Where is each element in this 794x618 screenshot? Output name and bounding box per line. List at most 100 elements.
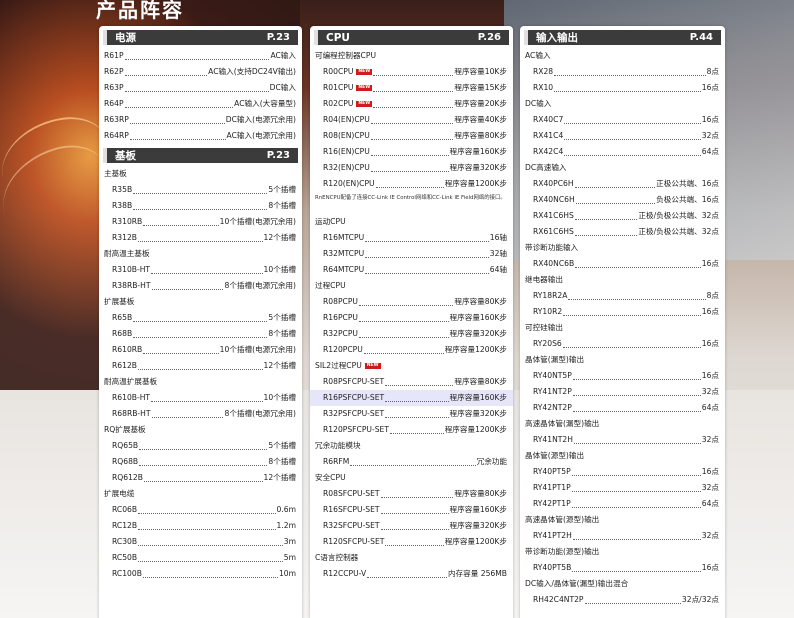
category-heading: 主基板 [99,166,302,182]
dot-leader [138,538,283,546]
model-name: RC100B [112,569,142,578]
product-row: RX41C6HS 正极/负极公共端、32点 [520,208,725,224]
model-name: RX28 [533,67,554,76]
dot-leader [373,68,454,76]
spec-value: 16点 [701,115,719,124]
spec-value: 16点 [701,467,719,476]
product-row: R120PCPU 程序容量1200K步 [310,342,513,358]
model-name: RY40PT5B [533,563,572,572]
dot-leader [137,234,263,242]
model-name: R120PSFCPU-SET [323,425,389,434]
model-name: R32SFCPU-SET [323,521,380,530]
model-name: RY10R2 [533,307,563,316]
dot-leader [138,522,276,530]
product-row: RY40NT5P 16点 [520,368,725,384]
spec-value: 16点 [701,259,719,268]
product-row: R32(EN)CPU 程序容量320K步 [310,160,513,176]
model-name: RQ68B [112,457,139,466]
dot-leader [142,570,278,578]
product-row: RY18R2A 8点 [520,288,725,304]
spec-value: 32点 [701,531,719,540]
section-page-ref: P.23 [266,32,290,43]
dot-leader [373,100,454,108]
product-row: RY40PT5B 16点 [520,560,725,576]
product-row: RQ68B 8个插槽 [99,454,302,470]
model-name: RX10 [533,83,554,92]
spec-value: 程序容量1200K步 [444,425,507,434]
category-label: 主基板 [104,169,127,178]
new-badge: NEW [364,363,381,369]
dot-leader [365,250,489,258]
spec-value: 5个插槽 [268,313,296,322]
spec-value: 程序容量15K步 [454,83,507,92]
model-name: RX42C4 [533,147,564,156]
dot-leader [389,426,444,434]
dot-leader [564,116,701,124]
product-row: R16(EN)CPU 程序容量160K步 [310,144,513,160]
spec-value: 32点 [701,435,719,444]
product-row: R08(EN)CPU 程序容量80K步 [310,128,513,144]
model-name: RY41PT1P [533,483,571,492]
dot-leader [380,506,449,514]
model-name: R32PCPU [323,329,358,338]
section-header: 电源 P.23 [103,30,298,45]
category-heading: C语言控制器 [310,550,513,566]
model-name: R68RB-HT [112,409,151,418]
category-label: 扩展电缆 [104,489,135,498]
dot-leader [133,202,268,210]
model-name: RX40NC6B [533,259,575,268]
dot-leader [562,340,701,348]
product-row: R02CPU NEW 程序容量20K步 [310,96,513,112]
spec-value: 8个插槽 [268,457,296,466]
product-row: RC12B 1.2m [99,518,302,534]
spec-value: 程序容量160K步 [449,393,507,402]
dot-leader [563,308,701,316]
spec-value: 5个插槽 [268,185,296,194]
dot-leader [571,468,701,476]
model-name: R120(EN)CPU [323,179,375,188]
model-name: R12CCPU-V [323,569,367,578]
model-name: RC30B [112,537,138,546]
product-row: R12CCPU-V 内存容量 256MB [310,566,513,582]
spec-value: 16点 [701,563,719,572]
dot-leader [138,506,276,514]
product-row: RY40PT5P 16点 [520,464,725,480]
dot-leader [380,522,449,530]
product-row: R610B-HT 10个插槽 [99,390,302,406]
spec-value: 16轴 [489,233,507,242]
spec-value: 程序容量160K步 [449,147,507,156]
dot-leader [358,314,449,322]
spec-value: 负极公共端、16点 [656,195,719,204]
spec-value: 16点 [701,307,719,316]
new-badge: NEW [356,101,373,107]
product-row: RH42C4NT2P 32点/32点 [520,592,725,608]
model-name: RY42NT2P [533,403,572,412]
category-heading: 带诊断功能输入 [520,240,725,256]
model-name: RY41PT2H [533,531,572,540]
model-name: R6RFM [323,457,350,466]
category-label: 可编程控制器CPU [315,51,377,60]
spec-value: 64点 [701,147,719,156]
spec-value: 10m [278,569,296,578]
dot-leader [151,266,263,274]
model-name: RX61C6HS [533,227,574,236]
category-heading: 晶体管(源型)输出 [520,448,725,464]
category-heading: DC输入/晶体管(漏型)输出混合 [520,576,725,592]
category-label: AC输入 [525,51,551,60]
dot-leader [129,116,225,124]
product-row: R08SFCPU-SET 程序容量80K步 [310,486,513,502]
category-label: RQ扩展基板 [104,425,146,434]
product-row: R63P DC输入 [99,80,302,96]
category-label: 带诊断功能(源型)输出 [525,547,600,556]
dot-leader [370,148,449,156]
spec-value: 程序容量40K步 [454,115,507,124]
dot-leader [363,346,444,354]
spec-value: 16点 [701,371,719,380]
model-name: R63RP [104,115,129,124]
product-row: RX10 16点 [520,80,725,96]
model-name: R120SFCPU-SET [323,537,385,546]
dot-leader [139,442,268,450]
dot-leader [375,180,444,188]
category-heading: 可控硅输出 [520,320,725,336]
product-row: R120(EN)CPU 程序容量1200K步 [310,176,513,192]
